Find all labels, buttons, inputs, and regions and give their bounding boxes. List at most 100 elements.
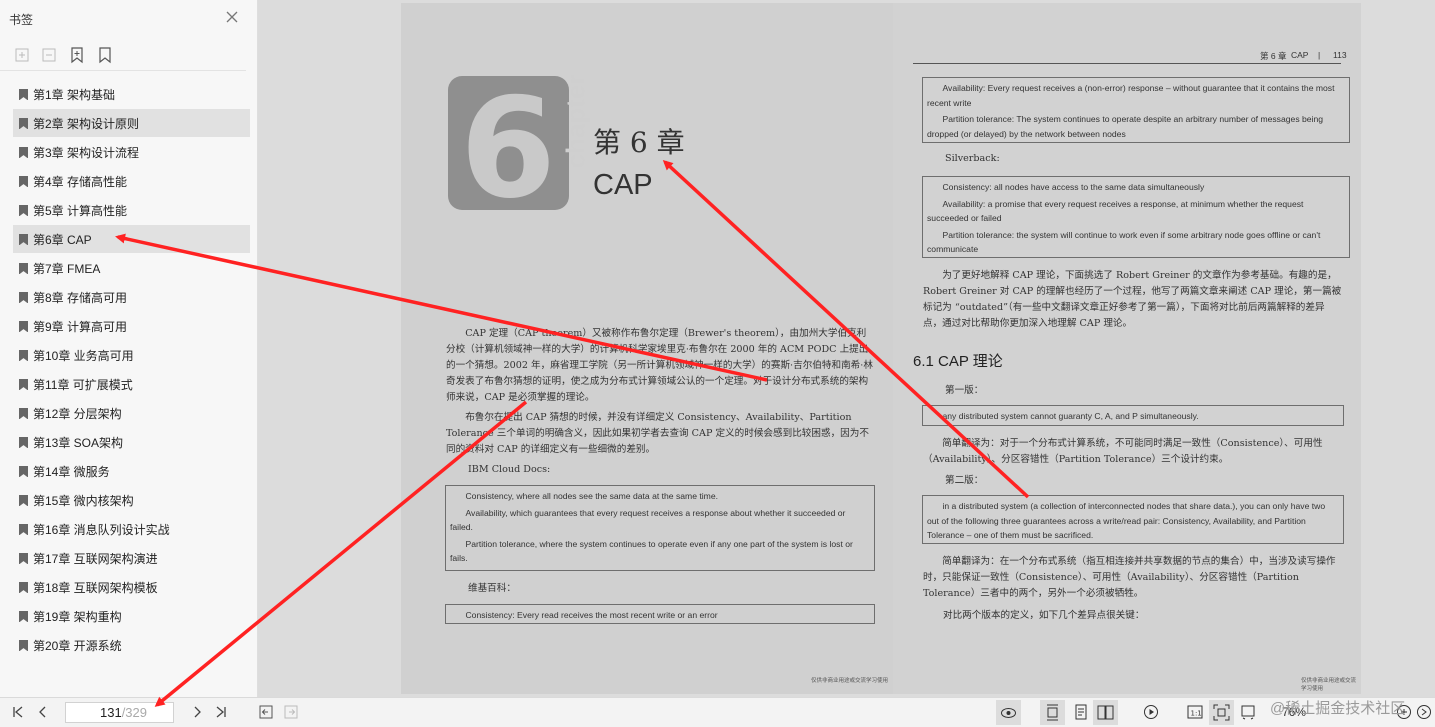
bookmark-label: 第11章 可扩展模式	[33, 377, 133, 392]
quote-line: in a distributed system (a collection of…	[927, 501, 1326, 540]
bookmark-icon	[19, 523, 28, 535]
bookmark-icon	[19, 291, 28, 303]
bookmark-item[interactable]: 第13章 SOA架构	[13, 428, 250, 456]
bookmark-item[interactable]: 第17章 互联网架构演进	[13, 544, 250, 572]
paragraph: 对比两个版本的定义，如下几个差异点很关键：	[943, 610, 1145, 621]
close-icon[interactable]	[224, 9, 240, 25]
header-chapter: 第 6 章	[1260, 51, 1287, 61]
bookmark-item[interactable]: 第11章 可扩展模式	[13, 370, 250, 398]
bookmark-label: 第2章 架构设计原则	[33, 116, 140, 131]
bookmark-item[interactable]: 第9章 计算高可用	[13, 312, 250, 340]
bookmark-label: 第18章 互联网架构模板	[33, 580, 158, 595]
quote-line: Availability: Every request receives a (…	[927, 83, 1335, 108]
play-icon[interactable]	[1143, 704, 1159, 720]
quote-line: Consistency: all nodes have access to th…	[942, 182, 1205, 192]
quote-box: any distributed system cannot guaranty C…	[922, 405, 1344, 426]
bookmark-icon	[19, 494, 28, 506]
section-heading: 6.1 CAP 理论	[913, 353, 1003, 370]
bookmark-item[interactable]: 第6章 CAP	[13, 225, 250, 253]
bookmark-item[interactable]: 第18章 互联网架构模板	[13, 573, 250, 601]
watermark: @稀土掘金技术社区	[1270, 700, 1406, 717]
bookmark-icon	[19, 407, 28, 419]
bookmark-icon	[19, 146, 28, 158]
version1-label: 第一版：	[945, 385, 984, 396]
bookmark-label: 第20章 开源系统	[33, 638, 122, 653]
bookmark-label: 第13章 SOA架构	[33, 435, 124, 450]
bookmark-item[interactable]: 第5章 计算高性能	[13, 196, 250, 224]
bookmark-item[interactable]: 第12章 分层架构	[13, 399, 250, 427]
bookmark-icon	[19, 610, 28, 622]
bookmark-item[interactable]: 第20章 开源系统	[13, 631, 250, 659]
back-icon[interactable]	[258, 704, 274, 720]
first-page-icon[interactable]	[10, 704, 26, 720]
paragraph: 简单翻译为：在一个分布式系统（指互相连接并共享数据的节点的集合）中，当涉及读写操…	[923, 556, 1336, 599]
more-icon[interactable]	[1416, 704, 1432, 720]
header-rule	[913, 63, 1341, 64]
previous-page-icon[interactable]	[35, 704, 51, 720]
sidebar-toolbar	[0, 40, 246, 71]
bookmark-label: 第15章 微内核架构	[33, 493, 134, 508]
chapter-subtitle: CAP	[593, 169, 653, 201]
bookmark-icon	[19, 436, 28, 448]
quote-box-wiki: Consistency: Every read receives the mos…	[445, 604, 875, 624]
total-pages: /329	[121, 705, 147, 720]
add-bookmark-icon[interactable]	[68, 46, 86, 64]
bookmark-item[interactable]: 第14章 微服务	[13, 457, 250, 485]
forward-icon[interactable]	[283, 704, 299, 720]
scroll-mode-icon	[1047, 704, 1058, 721]
bookmark-icon	[19, 378, 28, 390]
quote-box: Consistency: all nodes have access to th…	[922, 176, 1350, 258]
bookmark-label: 第19章 架构重构	[33, 609, 122, 624]
bookmark-item[interactable]: 第2章 架构设计原则	[13, 109, 250, 137]
right-page: 第 6 章 CAP | 113 Availability: Every requ…	[893, 3, 1361, 694]
single-page-icon[interactable]	[1073, 704, 1089, 720]
quote-line: Consistency, where all nodes see the sam…	[465, 491, 719, 501]
bookmark-label: 第12章 分层架构	[33, 406, 122, 421]
bookmark-item[interactable]: 第19章 架构重构	[13, 602, 250, 630]
expand-all-icon[interactable]	[13, 46, 31, 64]
collapse-all-icon[interactable]	[40, 46, 58, 64]
next-page-icon[interactable]	[189, 704, 205, 720]
current-page: 131	[99, 705, 122, 720]
quote-box: Availability: Every request receives a (…	[922, 77, 1350, 143]
version2-label: 第二版：	[945, 475, 984, 486]
page-footer: 仅供非商业用途或交流学习使用	[1301, 678, 1357, 692]
fit-page-icon	[1213, 704, 1230, 721]
bookmark-icon[interactable]	[96, 46, 114, 64]
two-page-button[interactable]	[1093, 700, 1118, 725]
fit-width-icon[interactable]	[1240, 704, 1256, 720]
silverback-label: Silverback:	[945, 153, 1000, 164]
bookmark-label: 第7章 FMEA	[33, 261, 101, 276]
bookmark-label: 第1章 架构基础	[33, 87, 116, 102]
bookmark-label: 第5章 计算高性能	[33, 203, 128, 218]
bookmark-label: 第16章 消息队列设计实战	[33, 522, 170, 537]
bookmark-label: 第3章 架构设计流程	[33, 145, 140, 160]
page-number-input[interactable]: 131/329	[65, 702, 174, 723]
eye-care-button[interactable]	[996, 700, 1021, 725]
bookmark-item[interactable]: 第16章 消息队列设计实战	[13, 515, 250, 543]
bookmark-item[interactable]: 第3章 架构设计流程	[13, 138, 250, 166]
bookmark-item[interactable]: 第10章 业务高可用	[13, 341, 250, 369]
bookmark-item[interactable]: 第7章 FMEA	[13, 254, 250, 282]
header-topic: CAP	[1291, 50, 1309, 60]
bookmark-icon	[19, 117, 28, 129]
continuous-scroll-button[interactable]	[1040, 700, 1065, 725]
actual-size-icon[interactable]: 1:1	[1187, 704, 1203, 720]
bookmark-label: 第17章 互联网架构演进	[33, 551, 158, 566]
fit-page-button[interactable]	[1209, 700, 1234, 725]
chapter-title: 第 6 章	[593, 126, 685, 159]
chapter-logo: 6 chapter	[448, 68, 591, 229]
paragraph: 简单翻译为：对于一个分布式计算系统，不可能同时满足一致性（Consistence…	[923, 438, 1323, 465]
quote-line: Consistency: Every read receives the mos…	[465, 610, 718, 620]
bookmark-icon	[19, 204, 28, 216]
chapter-logo-number: 6	[460, 68, 557, 229]
bookmark-label: 第8章 存储高可用	[33, 290, 128, 305]
bookmark-item[interactable]: 第8章 存储高可用	[13, 283, 250, 311]
bookmark-item[interactable]: 第1章 架构基础	[13, 80, 250, 108]
bookmark-item[interactable]: 第15章 微内核架构	[13, 486, 250, 514]
bookmark-icon	[19, 88, 28, 100]
last-page-icon[interactable]	[213, 704, 229, 720]
document-view[interactable]: 6 chapter 第 6 章 CAP CAP 定理（CAP theorem）又…	[258, 0, 1435, 697]
bookmark-icon	[19, 552, 28, 564]
bookmark-item[interactable]: 第4章 存储高性能	[13, 167, 250, 195]
